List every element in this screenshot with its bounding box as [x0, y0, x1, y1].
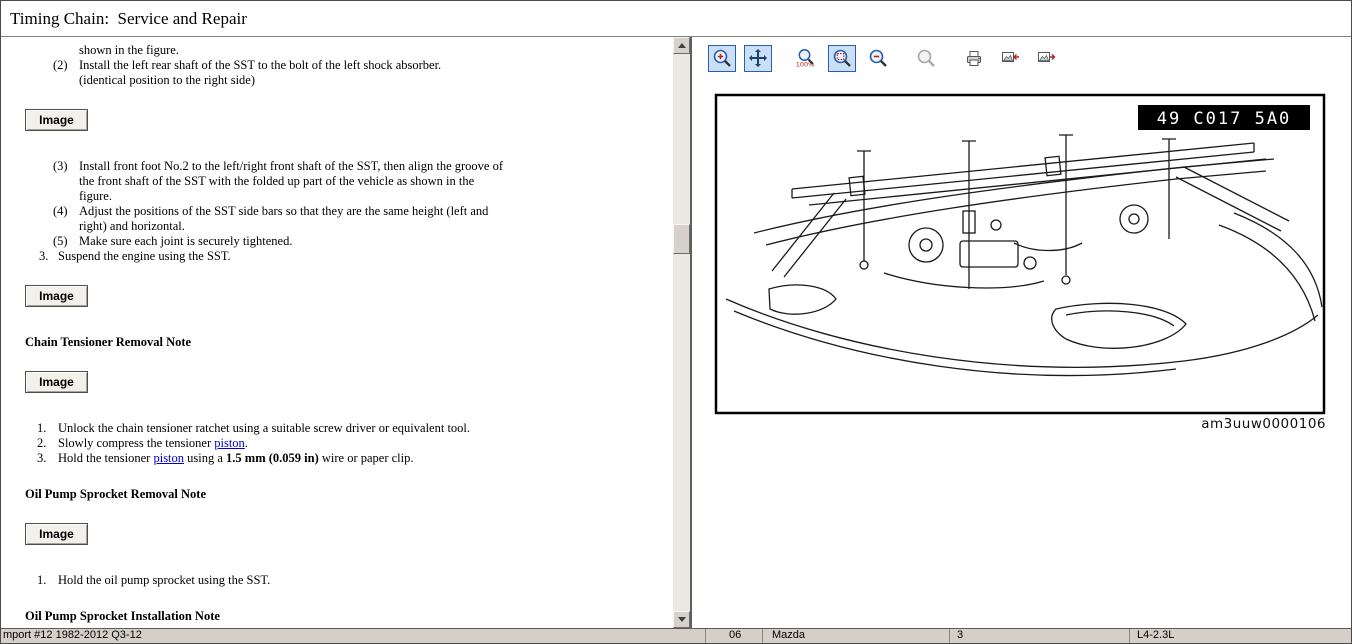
- instruction-step: (2) Install the left rear shaft of the S…: [53, 58, 673, 88]
- section-heading-oil-pump-install: Oil Pump Sprocket Installation Note: [25, 609, 673, 624]
- list-text-part: .: [245, 436, 248, 450]
- instruction-step: 3. Suspend the engine using the SST.: [39, 249, 673, 264]
- viewer-toolbar: 100%: [692, 37, 1351, 79]
- instruction-step: (3) Install front foot No.2 to the left/…: [53, 159, 673, 204]
- instruction-step: (5) Make sure each joint is securely tig…: [53, 234, 673, 249]
- status-year: 06: [705, 629, 762, 643]
- list-text: Hold the tensioner piston using a 1.5 mm…: [58, 451, 673, 466]
- zoom-100-button[interactable]: 100%: [792, 45, 820, 72]
- image-button[interactable]: Image: [25, 285, 88, 307]
- prev-figure-button[interactable]: [996, 45, 1024, 72]
- doc-scrollbar[interactable]: [673, 37, 690, 628]
- zoom-in-icon: [712, 48, 732, 68]
- instruction-step: (4) Adjust the positions of the SST side…: [53, 204, 673, 234]
- zoom-region-button[interactable]: [828, 45, 856, 72]
- prev-figure-icon: [1000, 48, 1020, 68]
- magnifier-disabled-icon: [916, 48, 936, 68]
- step-number: 3.: [39, 249, 58, 264]
- pan-button[interactable]: [744, 45, 772, 72]
- status-make: Mazda: [762, 629, 949, 643]
- piston-link[interactable]: piston: [214, 436, 245, 450]
- document-content: shown in the figure. (2) Install the lef…: [1, 37, 673, 628]
- status-engine: L4-2.3L: [1129, 629, 1351, 643]
- image-button[interactable]: Image: [25, 109, 88, 131]
- list-text: Unlock the chain tensioner ratchet using…: [58, 421, 673, 436]
- zoom-100-label: 100%: [796, 61, 814, 69]
- scrollbar-thumb[interactable]: [673, 224, 690, 254]
- title-bar: Timing Chain: Service and Repair: [1, 1, 1351, 37]
- figure-watermark: am3uuw0000106: [714, 416, 1326, 432]
- list-item: 2. Slowly compress the tensioner piston.: [37, 436, 673, 451]
- status-session: mport #12 1982-2012 Q3-12: [1, 629, 705, 643]
- image-button-row: Image: [25, 523, 673, 545]
- list-number: 3.: [37, 451, 58, 466]
- image-button-row: Image: [25, 109, 673, 131]
- image-button-row: Image: [25, 371, 673, 393]
- section-heading-oil-pump-removal: Oil Pump Sprocket Removal Note: [25, 487, 673, 502]
- list-number: 2.: [37, 436, 58, 451]
- list-text-part: Hold the tensioner: [58, 451, 153, 465]
- piston-link[interactable]: piston: [153, 451, 184, 465]
- list-text-part: using a: [184, 451, 226, 465]
- zoom-in-button[interactable]: [708, 45, 736, 72]
- list-text: Slowly compress the tensioner piston.: [58, 436, 673, 451]
- up-arrow-icon: [678, 43, 686, 48]
- main-area: shown in the figure. (2) Install the lef…: [1, 37, 1351, 628]
- step-text: Install front foot No.2 to the left/righ…: [79, 159, 503, 204]
- next-figure-button[interactable]: [1032, 45, 1060, 72]
- zoom-out-button[interactable]: [864, 45, 892, 72]
- image-viewer-panel: 100%: [692, 37, 1351, 628]
- step-text: Install the left rear shaft of the SST t…: [79, 58, 503, 88]
- image-button-row: Image: [25, 285, 673, 307]
- step-text: Adjust the positions of the SST side bar…: [79, 204, 503, 234]
- list-text-part: wire or paper clip.: [319, 451, 414, 465]
- scroll-down-button[interactable]: [673, 611, 690, 628]
- step-number: (5): [53, 234, 79, 249]
- magnifier-button[interactable]: [912, 45, 940, 72]
- status-model: 3: [949, 629, 1129, 643]
- list-item: 3. Hold the tensioner piston using a 1.5…: [37, 451, 673, 466]
- zoom-region-icon: [832, 48, 852, 68]
- step-number: (4): [53, 204, 79, 234]
- list-number: 1.: [37, 573, 58, 588]
- step-number: (3): [53, 159, 79, 204]
- instruction-fragment: shown in the figure.: [79, 43, 673, 58]
- image-button[interactable]: Image: [25, 523, 88, 545]
- step-text: Suspend the engine using the SST.: [58, 249, 231, 264]
- down-arrow-icon: [678, 617, 686, 622]
- print-icon: [964, 48, 984, 68]
- step-number: (2): [53, 58, 79, 88]
- image-button[interactable]: Image: [25, 371, 88, 393]
- print-button[interactable]: [960, 45, 988, 72]
- list-item: 1. Unlock the chain tensioner ratchet us…: [37, 421, 673, 436]
- list-text: Hold the oil pump sprocket using the SST…: [58, 573, 673, 588]
- step-text: Make sure each joint is securely tighten…: [79, 234, 503, 249]
- section-heading-chain-tensioner: Chain Tensioner Removal Note: [25, 335, 673, 350]
- zoom-100-icon: 100%: [796, 48, 816, 68]
- list-text-part: Slowly compress the tensioner: [58, 436, 214, 450]
- pan-icon: [748, 48, 768, 68]
- app-window: Timing Chain: Service and Repair shown i…: [0, 0, 1352, 644]
- figure-canvas[interactable]: 49 C017 5A0 am3uuw0000106: [714, 93, 1326, 432]
- measurement-bold: 1.5 mm (0.059 in): [226, 451, 319, 465]
- page-title: Timing Chain: Service and Repair: [10, 9, 247, 29]
- zoom-out-icon: [868, 48, 888, 68]
- next-figure-icon: [1036, 48, 1056, 68]
- step-line: (identical position to the right side): [79, 73, 255, 87]
- status-bar: mport #12 1982-2012 Q3-12 06 Mazda 3 L4-…: [1, 628, 1351, 643]
- list-number: 1.: [37, 421, 58, 436]
- engine-bay-figure: 49 C017 5A0: [714, 93, 1326, 415]
- list-item: 1. Hold the oil pump sprocket using the …: [37, 573, 673, 588]
- scroll-up-button[interactable]: [673, 37, 690, 54]
- step-line: Install the left rear shaft of the SST t…: [79, 58, 441, 72]
- figure-part-label: 49 C017 5A0: [1157, 109, 1292, 129]
- document-panel: shown in the figure. (2) Install the lef…: [1, 37, 692, 628]
